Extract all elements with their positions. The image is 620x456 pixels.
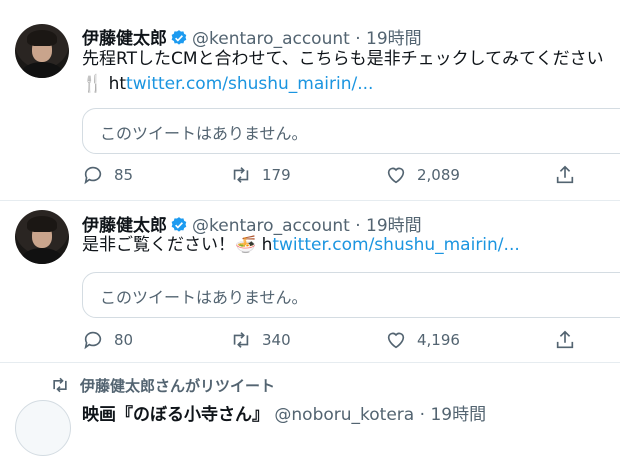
quoted-tweet-message: このツイートはありません。	[100, 124, 308, 143]
tweet-actions: 80 340 4,196	[82, 329, 602, 353]
link-prefix: h	[261, 235, 273, 255]
quoted-tweet-message: このツイートはありません。	[100, 288, 308, 307]
retweet-count: 179	[262, 166, 291, 184]
like-button[interactable]: 4,196	[385, 329, 460, 351]
reply-icon	[84, 166, 102, 185]
timestamp[interactable]: 19時間	[366, 29, 422, 49]
retweet-count: 340	[262, 331, 291, 349]
like-count: 2,089	[417, 166, 460, 184]
like-count: 4,196	[417, 331, 460, 349]
tweet-link[interactable]: twitter.com/shushu_mairin/...	[126, 74, 373, 94]
reply-button[interactable]: 80	[82, 329, 133, 351]
share-button[interactable]	[554, 329, 586, 351]
separator-dot: ·	[419, 405, 426, 425]
tweet-text-line: 先程RTしたCMと合わせて、こちらも是非チェックしてみてください	[82, 49, 604, 69]
quoted-tweet-unavailable: このツイートはありません。	[82, 272, 620, 318]
ramen-emoji-icon: 🍜	[235, 235, 257, 255]
like-button[interactable]: 2,089	[385, 164, 460, 186]
heart-icon	[387, 332, 405, 349]
retweet-icon	[53, 377, 67, 393]
link-prefix: ht	[108, 74, 127, 94]
verified-badge-icon	[171, 30, 187, 45]
retweet-icon	[233, 332, 249, 348]
display-name[interactable]: 映画『のぼる小寺さん』	[82, 405, 269, 425]
user-handle[interactable]: @kentaro_account	[192, 29, 350, 49]
retweet-button[interactable]: 340	[230, 329, 291, 351]
avatar[interactable]	[15, 24, 69, 78]
reply-button[interactable]: 85	[82, 164, 133, 186]
tweet-link[interactable]: twitter.com/shushu_mairin/...	[272, 235, 519, 255]
separator-dot: ·	[355, 29, 361, 49]
reply-count: 85	[114, 166, 134, 184]
fork-knife-emoji-icon: 🍴	[82, 74, 104, 94]
tweet-text-line: 是非ご覧ください！🍜 htwitter.com/shushu_mairin/..…	[82, 233, 520, 258]
tweet-link-line: 🍴 httwitter.com/shushu_mairin/...	[82, 72, 373, 97]
retweet-notice[interactable]: 伊藤健太郎さんがリツイート	[50, 375, 275, 396]
share-icon	[556, 330, 574, 349]
avatar[interactable]	[15, 400, 71, 456]
tweet-text: 是非ご覧ください！	[82, 235, 235, 255]
tweet-actions: 85 179 2,089	[82, 164, 602, 188]
heart-icon	[387, 167, 405, 184]
retweet-button[interactable]: 179	[230, 164, 291, 186]
timestamp[interactable]: 19時間	[430, 405, 486, 425]
reply-icon	[84, 331, 102, 350]
reply-count: 80	[114, 331, 134, 349]
display-name[interactable]: 伊藤健太郎	[82, 29, 167, 49]
tweet[interactable]: 伊藤健太郎 @kentaro_account · 19時間 是非ご覧ください！🍜 …	[0, 200, 620, 363]
verified-badge-icon	[171, 217, 187, 232]
share-button[interactable]	[554, 164, 586, 186]
tweet[interactable]: 伊藤健太郎 @kentaro_account · 19時間 先程RTしたCMと合わ…	[0, 0, 620, 201]
retweet-notice-text: 伊藤健太郎さんがリツイート	[80, 377, 276, 395]
avatar[interactable]	[15, 210, 69, 264]
share-icon	[556, 165, 574, 184]
quoted-tweet-unavailable: このツイートはありません。	[82, 108, 620, 154]
user-handle[interactable]: @noboru_kotera	[274, 405, 414, 425]
retweet-icon	[233, 167, 249, 183]
tweet-header: 伊藤健太郎 @kentaro_account · 19時間	[82, 24, 422, 49]
